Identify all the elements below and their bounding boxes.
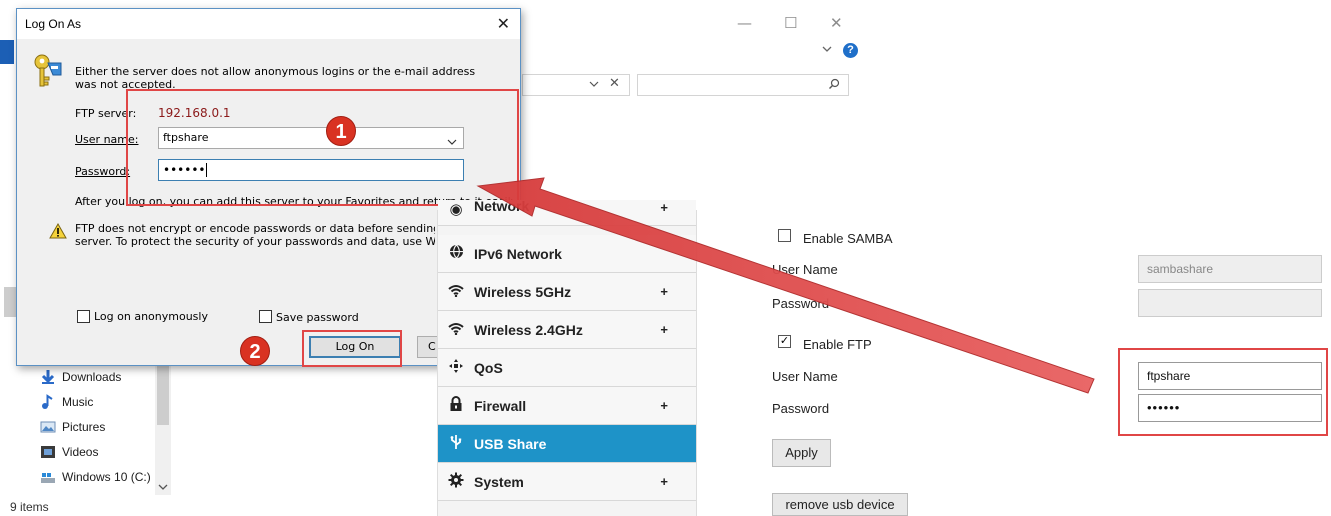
nav-item-videos[interactable]: Videos (40, 441, 98, 463)
remove-usb-device-button[interactable]: remove usb device (772, 493, 908, 516)
menu-item-label: Network (474, 198, 530, 214)
samba-username-label: User Name (772, 262, 838, 277)
lock-icon (438, 395, 474, 416)
globe-icon: ◉ (449, 200, 463, 218)
menu-item-label: USB Share (474, 435, 547, 452)
maximize-button[interactable]: ☐ (784, 14, 797, 32)
menu-item-label: Firewall (474, 397, 527, 414)
dialog-titlebar[interactable]: Log On As ✕ (17, 9, 520, 39)
apply-button[interactable]: Apply (772, 439, 831, 467)
nav-scrollbar-thumb[interactable] (157, 365, 169, 425)
music-note-icon (40, 394, 56, 410)
menu-item-network[interactable]: ◉ Network + (438, 198, 696, 226)
nav-item-label: Downloads (62, 370, 122, 384)
ftp-password-label: Password (772, 401, 830, 416)
expand-plus-icon[interactable]: + (660, 200, 668, 215)
samba-username-input[interactable]: sambashare (1138, 255, 1322, 283)
highlight-ftp-credentials-box (1118, 348, 1328, 436)
chevron-down-icon[interactable] (822, 44, 832, 56)
expand-plus-icon[interactable]: + (660, 398, 668, 413)
menu-item-system[interactable]: System + (438, 463, 696, 501)
usb-icon (438, 434, 474, 454)
nav-item-downloads[interactable]: Downloads (40, 366, 121, 388)
status-bar-count: 9 items (10, 500, 49, 514)
clear-address-icon[interactable]: ✕ (609, 76, 620, 91)
gear-icon (438, 472, 474, 492)
highlight-logon-box (302, 330, 402, 367)
close-button[interactable]: ✕ (830, 14, 843, 32)
log-on-anonymously-checkbox[interactable] (77, 310, 90, 323)
dialog-close-icon[interactable]: ✕ (497, 14, 510, 33)
nav-item-label: Videos (62, 445, 99, 459)
menu-item-label: Wireless 5GHz (474, 283, 572, 300)
explorer-ribbon-edge (0, 40, 14, 64)
nav-item-windows-drive[interactable]: Windows 10 (C:) (40, 466, 151, 488)
menu-item-usb-share[interactable]: USB Share (438, 425, 696, 463)
minimize-button[interactable]: — (737, 14, 752, 32)
dialog-title: Log On As (25, 17, 82, 31)
qos-icon (438, 358, 474, 378)
address-bar[interactable]: ✕ (522, 74, 630, 96)
download-arrow-icon (40, 369, 56, 385)
menu-item-ipv6-network[interactable]: IPv6 Network (438, 235, 696, 273)
menu-item-firewall[interactable]: Firewall + (438, 387, 696, 425)
menu-item-label: QoS (474, 359, 503, 376)
save-password-label[interactable]: Save password (276, 311, 359, 324)
wifi-icon (438, 283, 474, 301)
menu-item-qos[interactable]: QoS (438, 349, 696, 387)
expand-plus-icon[interactable]: + (660, 474, 668, 489)
address-dropdown-icon[interactable] (589, 78, 599, 92)
globe-icon (438, 244, 474, 263)
enable-ftp-checkbox[interactable]: ✓ (778, 335, 791, 348)
menu-item-label: IPv6 Network (474, 245, 562, 262)
wifi-icon (438, 321, 474, 339)
nav-item-label: Windows 10 (C:) (62, 470, 151, 484)
enable-samba-checkbox[interactable] (778, 229, 791, 242)
search-input[interactable] (637, 74, 849, 96)
menu-item-label: Wireless 2.4GHz (474, 321, 583, 338)
samba-password-label: Password (772, 296, 830, 311)
drive-icon (40, 469, 56, 485)
pictures-icon (40, 419, 56, 435)
warning-line-2: server. To protect the security of your … (75, 235, 435, 248)
enable-samba-label: Enable SAMBA (803, 231, 893, 246)
menu-item-label: System (474, 473, 524, 490)
step-2-badge: 2 (240, 336, 270, 366)
ftp-username-label: User Name (772, 369, 838, 384)
warning-icon (49, 222, 67, 242)
nav-scroll-thumb[interactable] (4, 287, 16, 317)
menu-item-wireless-5ghz[interactable]: Wireless 5GHz + (438, 273, 696, 311)
search-icon (828, 78, 840, 93)
expand-plus-icon[interactable]: + (660, 284, 668, 299)
nav-item-label: Pictures (62, 420, 106, 434)
anonymous-error-message: Either the server does not allow anonymo… (75, 65, 476, 91)
highlight-credentials-box (126, 89, 519, 206)
samba-password-input[interactable] (1138, 289, 1322, 317)
warning-line-1: FTP does not encrypt or encode passwords… (75, 222, 435, 235)
nav-item-label: Music (62, 395, 94, 409)
step-1-badge: 1 (326, 116, 356, 146)
menu-item-wireless-24ghz[interactable]: Wireless 2.4GHz + (438, 311, 696, 349)
router-sidebar-menu: ◉ Network + IPv6 Network Wireless 5GHz +… (437, 198, 697, 516)
enable-ftp-label: Enable FTP (803, 337, 872, 352)
scroll-down-icon[interactable] (158, 480, 168, 494)
help-icon[interactable]: ? (843, 43, 858, 58)
log-on-anonymously-label[interactable]: Log on anonymously (94, 310, 208, 323)
videos-icon (40, 444, 56, 460)
expand-plus-icon[interactable]: + (660, 322, 668, 337)
nav-item-pictures[interactable]: Pictures (40, 416, 105, 438)
password-label: Password: (75, 165, 131, 178)
nav-scrollbar[interactable] (155, 365, 171, 495)
save-password-checkbox[interactable] (259, 310, 272, 323)
keys-icon (31, 53, 63, 92)
nav-item-music[interactable]: Music (40, 391, 93, 413)
